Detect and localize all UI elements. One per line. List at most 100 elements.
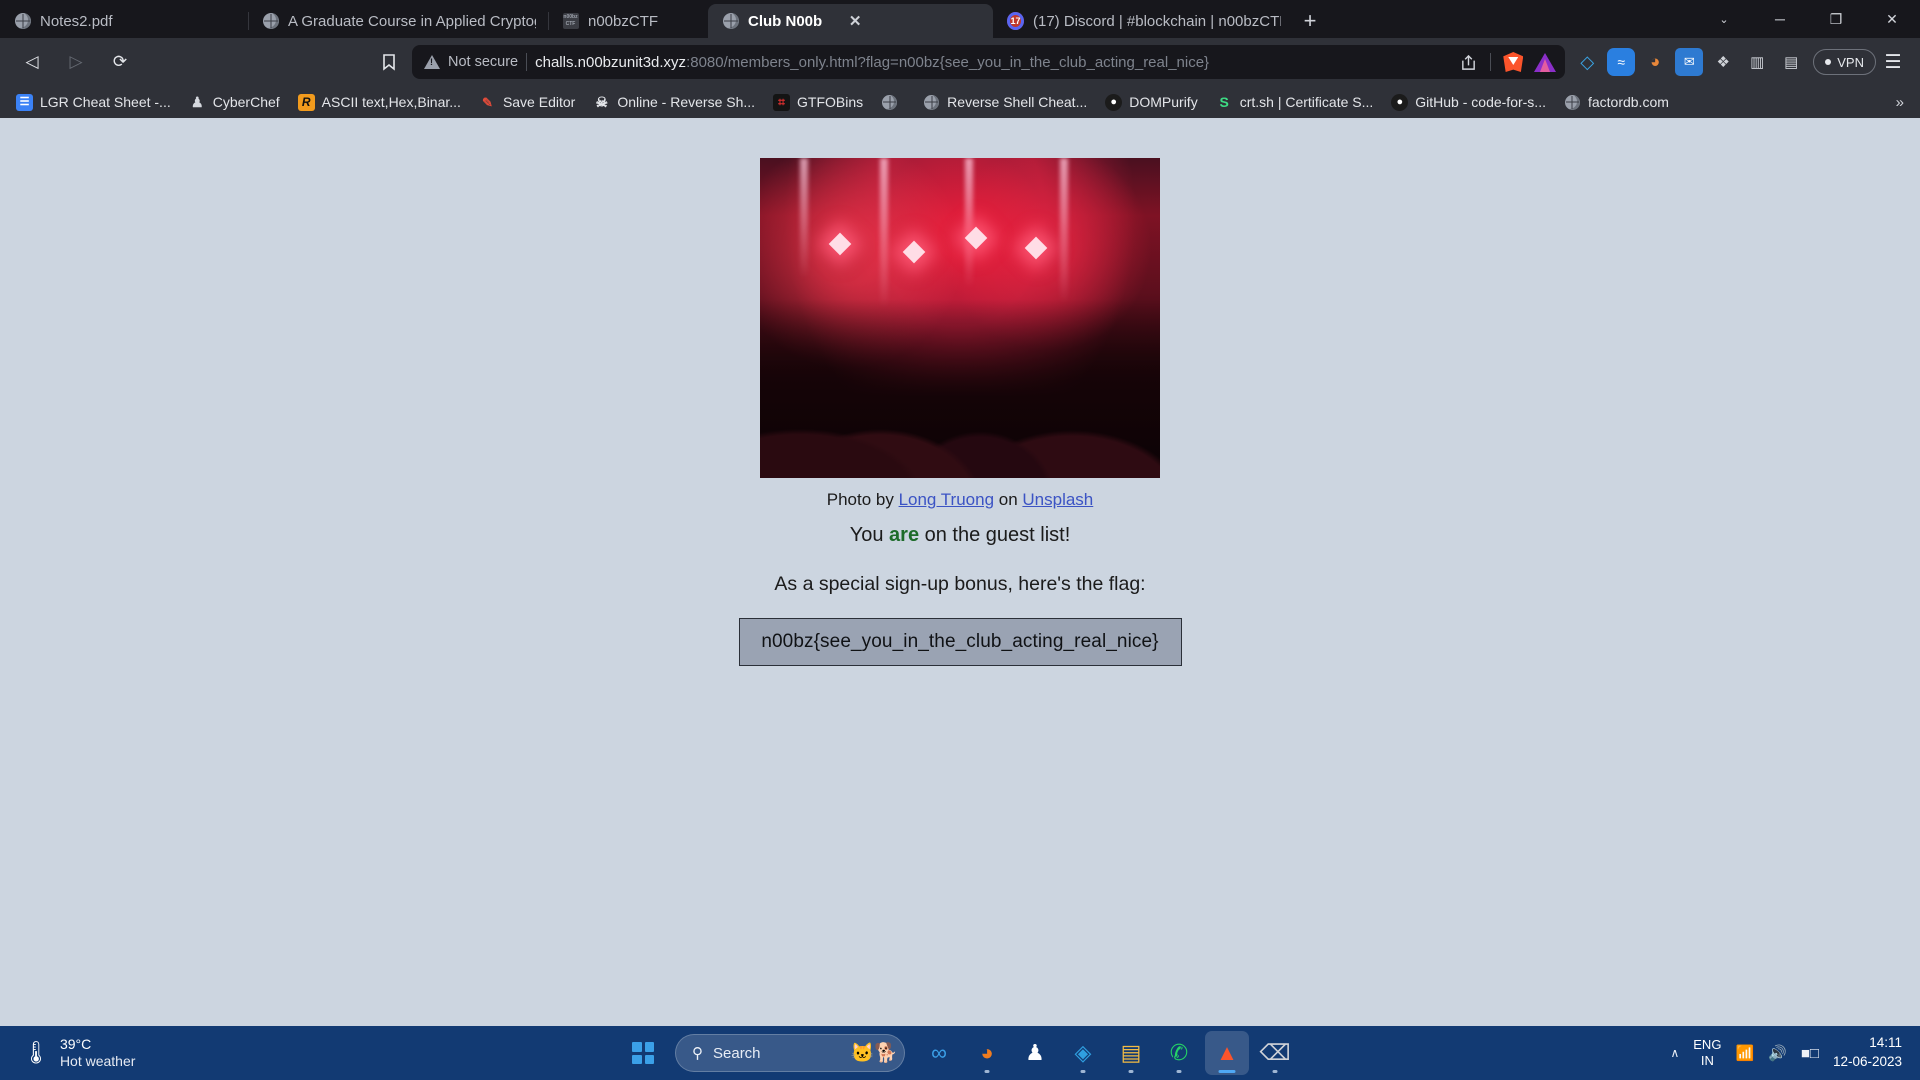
language-indicator[interactable]: ENG IN [1693, 1037, 1721, 1070]
app-glyph: ◕ [980, 1040, 994, 1065]
vscode-icon[interactable]: ◈ [1061, 1031, 1105, 1075]
mail-extension-icon[interactable]: ✉ [1675, 48, 1704, 76]
unsplash-link[interactable]: Unsplash [1022, 490, 1093, 509]
wifi-icon[interactable]: 📶 [1735, 1044, 1754, 1062]
photo-author-link[interactable]: Long Truong [899, 490, 994, 509]
bookmark-label: crt.sh | Certificate S... [1239, 94, 1374, 110]
weather-widget[interactable]: 🌡 39°C Hot weather [0, 1036, 135, 1071]
search-input[interactable]: ⚲ Search 🐱🐕 [675, 1034, 905, 1072]
tab-label: n00bzCTF [588, 12, 659, 30]
whiteboard-icon[interactable]: ♟ [1013, 1031, 1057, 1075]
page-content: Photo by Long Truong on Unsplash You are… [0, 118, 1920, 1038]
clock-time: 14:11 [1869, 1035, 1902, 1051]
vpn-status-dot [1825, 59, 1832, 65]
bookmark-reverse-shell-cheatsheet[interactable]: Reverse Shell Cheat... [915, 89, 1095, 115]
bookmark-gtfobins[interactable]: ⌗ GTFOBins [765, 89, 871, 115]
tab-notes2-pdf[interactable]: Notes2.pdf [0, 4, 248, 38]
reload-button[interactable]: ⟳ [103, 45, 137, 79]
globe-icon [14, 13, 31, 30]
wallet-icon[interactable]: ▤ [1777, 48, 1805, 76]
thermometer-icon: 🌡 [22, 1040, 50, 1065]
bookmark-this-page-icon[interactable] [372, 45, 406, 79]
bookmark-online-reverse-shell[interactable]: ☠ Online - Reverse Sh... [585, 89, 763, 115]
vpn-label: VPN [1837, 54, 1864, 70]
bookmark-dompurify[interactable]: ● DOMPurify [1097, 89, 1205, 115]
github-icon: ● [1391, 93, 1409, 111]
clock[interactable]: 14:11 12-06-2023 [1833, 1034, 1902, 1072]
bookmark-label: GitHub - code-for-s... [1415, 94, 1546, 110]
file-explorer-icon[interactable]: ▤ [1109, 1031, 1153, 1075]
tab-label: (17) Discord | #blockchain | n00bzCTF [1033, 12, 1281, 30]
hamburger-menu-icon[interactable]: ☰ [1876, 45, 1910, 79]
pencil-icon: ✎ [481, 94, 493, 110]
app-glyph: ∞ [931, 1040, 947, 1065]
window-controls: ⌄ ─ ❐ ✕ [1696, 0, 1920, 38]
bookmark-github-code-for-s[interactable]: ● GitHub - code-for-s... [1383, 89, 1554, 115]
bookmark-cyberchef[interactable]: ♟ CyberChef [181, 89, 288, 115]
guest-emphasis: are [889, 524, 920, 546]
photo-credit: Photo by Long Truong on Unsplash [827, 490, 1094, 510]
close-window-icon[interactable]: ✕ [1864, 0, 1920, 38]
tab-n00bzctf[interactable]: n00bz CTF n00bzCTF [548, 4, 708, 38]
minimize-icon[interactable]: ─ [1752, 0, 1808, 38]
battery-icon[interactable]: ■□ [1801, 1045, 1819, 1062]
whatsapp-icon[interactable]: ✆ [1157, 1031, 1201, 1075]
bookmarks-bar: ☰ LGR Cheat Sheet -... ♟ CyberChef R ASC… [0, 86, 1920, 118]
brave-browser-icon[interactable]: ▲ [1205, 1031, 1249, 1075]
url-host: challs.n00bzunit3d.xyz [535, 53, 687, 71]
fox-extension-icon[interactable]: ◕ [1641, 48, 1669, 76]
address-bar[interactable]: Not secure challs.n00bzunit3d.xyz:8080/m… [412, 45, 1566, 79]
credit-prefix: Photo by [826, 490, 899, 509]
flag-box[interactable]: n00bz{see_you_in_the_club_acting_real_ni… [738, 618, 1182, 666]
credit-middle: on [994, 490, 1023, 509]
bookmark-save-editor[interactable]: ✎ Save Editor [471, 89, 583, 115]
globe-icon [722, 13, 739, 30]
brave-shields-icon[interactable] [1499, 48, 1527, 76]
chef-hat-icon: ♟ [190, 94, 204, 110]
bookmark-label: factordb.com [1587, 94, 1669, 110]
tab-label: Notes2.pdf [40, 12, 113, 30]
maximize-icon[interactable]: ❐ [1808, 0, 1864, 38]
vpn-button[interactable]: VPN [1813, 49, 1876, 75]
github-icon: ● [1105, 93, 1123, 111]
new-tab-button[interactable]: + [1293, 4, 1327, 38]
tab-label: A Graduate Course in Applied Cryptog [288, 12, 536, 30]
tab-applied-cryptography[interactable]: A Graduate Course in Applied Cryptog [248, 4, 548, 38]
gtfobins-icon: ⌗ [773, 93, 791, 111]
crtsh-icon: S [1219, 94, 1229, 110]
bookmark-factordb[interactable]: factordb.com [1556, 89, 1677, 115]
firefox-icon[interactable]: ◕ [965, 1031, 1009, 1075]
url-text: challs.n00bzunit3d.xyz:8080/members_only… [535, 54, 1446, 71]
start-button[interactable] [623, 1033, 663, 1073]
puzzle-extensions-icon[interactable]: ❖ [1709, 48, 1737, 76]
bookmark-crtsh[interactable]: S crt.sh | Certificate S... [1208, 89, 1382, 115]
bookmark-label: CyberChef [212, 94, 280, 110]
forward-button[interactable]: ▷ [59, 45, 93, 79]
guest-post: on the guest list! [919, 524, 1071, 546]
show-hidden-icons-chevron-icon[interactable]: ∧ [1670, 1046, 1679, 1060]
bookmark-unnamed-globe[interactable] [873, 89, 913, 115]
bookmark-lgr-cheat-sheet[interactable]: ☰ LGR Cheat Sheet -... [8, 89, 179, 115]
sidebar-panel-icon[interactable]: ▥ [1743, 48, 1771, 76]
tab-discord[interactable]: 17 (17) Discord | #blockchain | n00bzCTF [993, 4, 1293, 38]
restore-down-icon[interactable]: ⌄ [1696, 0, 1752, 38]
bookmarks-overflow-button[interactable]: » [1896, 94, 1912, 111]
brave-rewards-triangle-icon[interactable] [1531, 48, 1559, 76]
terminal-icon[interactable]: ⌫ [1253, 1031, 1297, 1075]
cat-and-dog-widget: 🐱🐕 [850, 1042, 898, 1064]
back-button[interactable]: ◁ [15, 45, 49, 79]
volume-icon[interactable]: 🔊 [1768, 1044, 1787, 1062]
tab-club-n00b[interactable]: Club N00b ✕ [708, 4, 993, 38]
close-icon[interactable]: ✕ [845, 11, 865, 31]
copilot-icon[interactable]: ∞ [917, 1031, 961, 1075]
bookmark-ascii-hex-binary[interactable]: R ASCII text,Hex,Binar... [290, 89, 469, 115]
weather-temperature: 39°C [59, 1035, 92, 1052]
water-drop-extension-icon[interactable]: ◇ [1573, 48, 1601, 76]
share-icon[interactable] [1454, 48, 1482, 76]
nightclub-crowd-photo [760, 158, 1160, 478]
bookmark-label: LGR Cheat Sheet -... [40, 94, 171, 110]
wave-app-icon[interactable]: ≈ [1607, 48, 1636, 76]
divider [526, 53, 528, 71]
navigation-toolbar: ◁ ▷ ⟳ Not secure challs.n00bzunit3d.xyz:… [0, 38, 1920, 86]
not-secure-indicator[interactable]: Not secure [424, 54, 518, 70]
